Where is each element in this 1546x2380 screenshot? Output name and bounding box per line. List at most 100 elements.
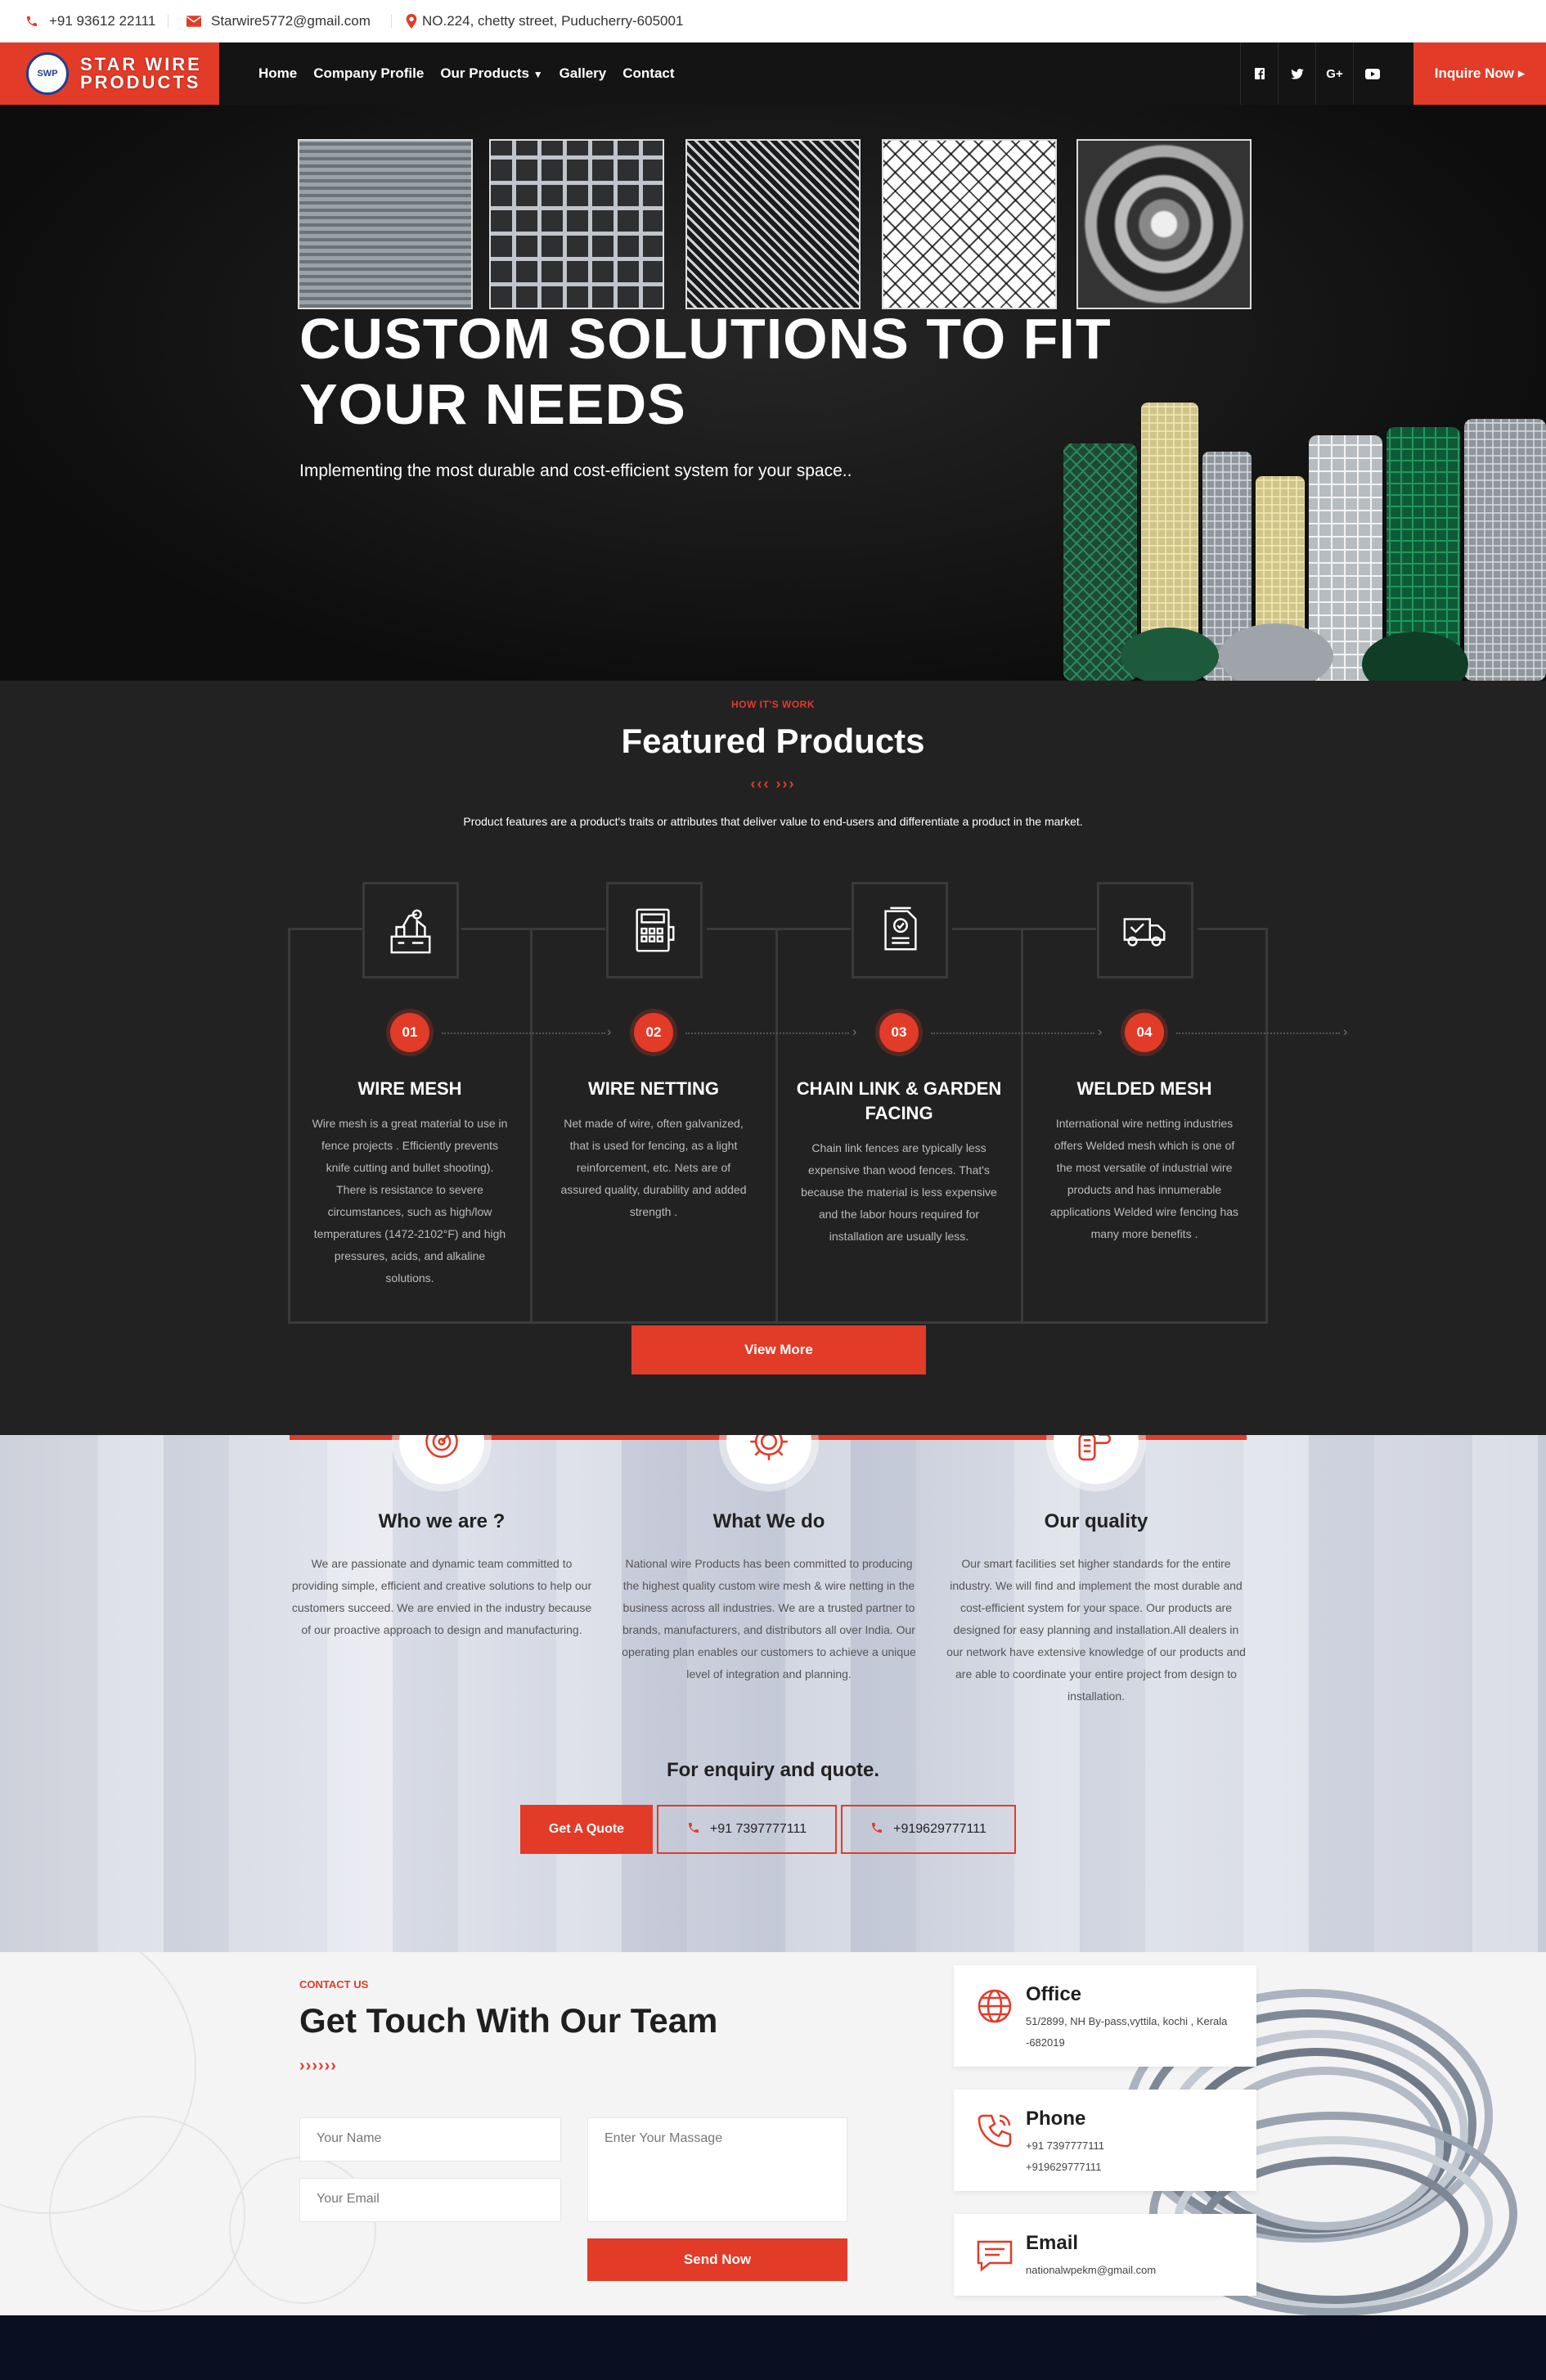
chevron-divider-icon: ›››››› xyxy=(299,2057,337,2075)
phone-title: Phone xyxy=(1026,2108,1086,2130)
chevron-right-icon: › xyxy=(607,1025,612,1039)
delivery-truck-icon xyxy=(1097,882,1193,979)
step-connector xyxy=(931,1033,1094,1034)
expanded-metal-image xyxy=(685,139,861,309)
hero-banner: CUSTOM SOLUTIONS TO FIT YOUR NEEDS Imple… xyxy=(0,105,1546,681)
phone-icon xyxy=(975,2111,1014,2150)
facebook-icon[interactable] xyxy=(1240,43,1278,105)
featured-products-section: HOW IT'S WORK Featured Products ‹‹‹ ››› … xyxy=(0,681,1546,1435)
footer xyxy=(0,2315,1546,2380)
phone-number-2[interactable]: +919629777111 xyxy=(1026,2157,1247,2178)
nav-item-gallery[interactable]: Gallery xyxy=(560,65,607,82)
get-quote-button[interactable]: Get A Quote xyxy=(520,1805,653,1854)
step-number: 02 xyxy=(634,1013,673,1052)
nav-item-company-profile[interactable]: Company Profile xyxy=(313,65,424,82)
step-connector xyxy=(442,1033,605,1034)
chevron-right-icon: › xyxy=(852,1025,857,1039)
topbar-address-text: NO.224, chetty street, Puducherry-605001 xyxy=(422,13,684,29)
phone-card: Phone +91 7397777111 +919629777111 xyxy=(954,2090,1256,2191)
quality-hand-icon xyxy=(1054,1435,1139,1484)
send-now-button[interactable]: Send Now xyxy=(587,2238,847,2281)
enquiry-heading: For enquiry and quote. xyxy=(666,1759,879,1781)
about-heading: Our quality xyxy=(1044,1510,1148,1532)
welded-mesh-panel-image xyxy=(489,139,664,309)
view-more-button[interactable]: View More xyxy=(631,1325,926,1374)
step-connector xyxy=(685,1033,849,1034)
nav-item-our-products[interactable]: Our Products ▼ xyxy=(440,65,542,82)
globe-icon xyxy=(975,1986,1014,2026)
chevron-down-icon: ▼ xyxy=(533,69,543,80)
background-gear-decoration xyxy=(49,2116,245,2312)
step-number: 01 xyxy=(390,1013,429,1052)
about-text: Our smart facilities set higher standard… xyxy=(946,1557,1246,1703)
divider xyxy=(707,928,851,930)
wire-rolls-image xyxy=(1063,403,1546,681)
step-connector xyxy=(1176,1033,1340,1034)
product-description: Wire mesh is a great material to use in … xyxy=(312,1117,508,1284)
email-field[interactable]: Your Email xyxy=(299,2178,561,2222)
email-address[interactable]: nationalwpekm@gmail.com xyxy=(1026,2260,1247,2281)
divider xyxy=(952,928,1096,930)
product-title: WIRE MESH xyxy=(357,1078,462,1099)
gear-icon xyxy=(726,1435,811,1484)
email-title: Email xyxy=(1026,2232,1079,2254)
chain-link-image xyxy=(882,139,1057,309)
nav-menu: Home Company Profile Our Products ▼ Gall… xyxy=(258,43,675,105)
contact-title: Get Touch With Our Team xyxy=(299,2001,718,2040)
top-info-bar: +91 93612 22111 Starwire5772@gmail.com N… xyxy=(0,0,1546,43)
wire-tunnel-image xyxy=(1076,139,1252,309)
phone-icon xyxy=(870,1821,883,1838)
message-field[interactable]: Enter Your Massage xyxy=(587,2117,847,2222)
featured-eyebrow: HOW IT'S WORK xyxy=(730,699,815,710)
divider xyxy=(288,928,362,930)
product-description: Chain link fences are typically less exp… xyxy=(801,1141,997,1243)
phone-1-label: +91 7397777111 xyxy=(709,1822,807,1836)
contact-section: CONTACT US Get Touch With Our Team ›››››… xyxy=(0,1952,1546,2315)
product-description: International wire netting industries of… xyxy=(1049,1117,1239,1240)
about-section: Who we are ? What We do Our quality We a… xyxy=(0,1435,1546,1952)
about-text: National wire Products has been committe… xyxy=(622,1557,916,1680)
target-icon xyxy=(399,1435,484,1484)
nav-item-contact[interactable]: Contact xyxy=(622,65,674,82)
call-phone-1-button[interactable]: +91 7397777111 xyxy=(657,1805,837,1854)
divider xyxy=(461,928,605,930)
chat-icon xyxy=(975,2235,1014,2274)
divider xyxy=(391,15,392,28)
social-links: G+ xyxy=(1240,43,1391,105)
divider xyxy=(1198,928,1268,930)
chevron-divider-icon: ‹‹‹ ››› xyxy=(750,776,796,792)
twitter-icon[interactable] xyxy=(1278,43,1315,105)
hero-title-line-1: CUSTOM SOLUTIONS TO FIT xyxy=(299,307,1112,371)
step-number: 03 xyxy=(879,1013,919,1052)
phone-number-1[interactable]: +91 7397777111 xyxy=(1026,2135,1247,2157)
mail-icon xyxy=(187,14,201,29)
about-heading: What We do xyxy=(712,1510,825,1532)
nav-item-home[interactable]: Home xyxy=(258,65,297,82)
featured-description: Product features are a product's traits … xyxy=(463,815,1083,828)
product-title: WIRE NETTING xyxy=(587,1078,720,1099)
youtube-icon[interactable] xyxy=(1353,43,1391,105)
call-phone-2-button[interactable]: +919629777111 xyxy=(841,1805,1016,1854)
featured-title: Featured Products xyxy=(621,722,925,760)
topbar-phone[interactable]: +91 93612 22111 xyxy=(25,13,155,29)
topbar-address: NO.224, chetty street, Puducherry-605001 xyxy=(404,13,683,29)
map-pin-icon xyxy=(404,14,419,29)
product-title: CHAIN LINK & GARDEN FACING xyxy=(796,1078,1002,1123)
inquire-now-button[interactable]: Inquire Now ▸ xyxy=(1413,43,1546,105)
topbar-phone-text: +91 93612 22111 xyxy=(49,13,156,29)
step-number: 04 xyxy=(1125,1013,1164,1052)
machine-panel-icon xyxy=(606,882,703,979)
about-text: We are passionate and dynamic team commi… xyxy=(291,1557,592,1636)
phone-icon xyxy=(687,1821,700,1838)
office-address-line-2: -682019 xyxy=(1026,2036,1065,2049)
site-logo[interactable]: SWP STAR WIRE PRODUCTS xyxy=(0,43,219,105)
name-field[interactable]: Your Name xyxy=(299,2117,561,2162)
office-title: Office xyxy=(1026,1983,1082,2005)
chevron-right-icon: › xyxy=(1343,1025,1348,1039)
google-plus-icon[interactable]: G+ xyxy=(1315,43,1353,105)
logo-badge: SWP xyxy=(26,52,69,95)
phone-2-label: +919629777111 xyxy=(893,1822,986,1836)
chevron-right-icon: › xyxy=(1098,1025,1103,1039)
main-navigation: SWP STAR WIRE PRODUCTS Home Company Prof… xyxy=(0,43,1546,105)
topbar-email[interactable]: Starwire5772@gmail.com xyxy=(187,13,371,29)
